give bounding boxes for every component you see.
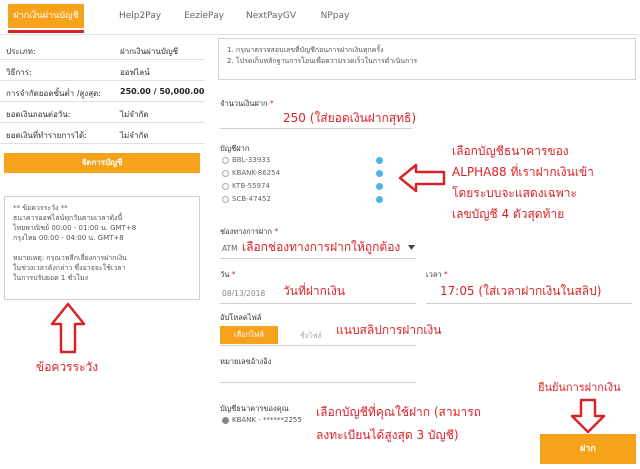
reference-input[interactable] xyxy=(220,382,416,383)
date-input-value[interactable]: 08/13/2018 xyxy=(222,289,265,298)
notice-line: ในช่วงเวลาดังกล่าว ซึ่งอาจจะใช้เวลา xyxy=(13,264,126,272)
info-row-type: ประเภท: ฝากเงินผ่านบัญชี xyxy=(0,40,205,60)
info-label: วิธีการ: xyxy=(6,68,32,77)
info-label: การจำกัดยอดขั้นต่ำ /สูงสุด: xyxy=(6,89,101,98)
notice-line xyxy=(13,243,191,253)
info-row-transaction-amount: ยอดเงินที่ทำรายการได้: ไม่จำกัด xyxy=(0,124,205,144)
caution-arrow-icon xyxy=(50,302,86,354)
info-value: ฝากเงินผ่านบัญชี xyxy=(120,47,179,56)
annotation-amount: 250 (ใส่ยอดเงินฝากสุทธิ) xyxy=(283,111,417,125)
your-bank-label: บัญชีธนาคารของคุณ xyxy=(220,404,289,413)
annotation-account-2: ลงทะเบียนได้สูงสุด 3 บัญชี) xyxy=(316,428,459,442)
info-value: 250.00 / 50,000.00 xyxy=(120,87,205,96)
deposit-method-tabs: ฝากเงินผ่านบัญชี Help2Pay EeziePay NextP… xyxy=(0,0,640,34)
channel-select[interactable] xyxy=(220,258,416,259)
tab-divider xyxy=(0,34,640,35)
radio-icon[interactable] xyxy=(222,170,229,177)
annotation-time: 17:05 (ใส่เวลาฝากเงินในสลิป) xyxy=(440,284,602,298)
notice-line: ไทยพาณิชย์ 00:00 - 01:00 น. GMT+8 xyxy=(13,224,137,232)
tab-nextpaygv[interactable]: NextPayGV xyxy=(240,0,302,32)
tab-help2pay[interactable]: Help2Pay xyxy=(112,0,168,32)
date-input[interactable] xyxy=(220,303,416,304)
tab-eeziepay[interactable]: EeziePay xyxy=(176,0,232,32)
instructions-box: 1. กรุณาตรวจสอบเลขที่บัญชีก่อนการฝากเงิน… xyxy=(218,38,636,80)
info-row-method: วิธีการ: ออฟไลน์ xyxy=(0,61,205,81)
info-value: ไม่จำกัด xyxy=(120,131,149,140)
date-label-text: วัน xyxy=(220,270,230,279)
radio-icon[interactable] xyxy=(222,196,229,203)
caution-notice: ** ข้อควรระวัง ** ธนาคารออฟไลน์ทุกวันตาม… xyxy=(4,196,200,300)
notice-line: หมายเหตุ: กรุณาหลีกเลี่ยงการฝากเงิน xyxy=(13,254,127,262)
notice-line: กรุงไทย 00:00 - 04:00 น. GMT+8 xyxy=(13,234,124,242)
chevron-down-icon[interactable] xyxy=(408,245,415,251)
annotation-bank-4: เลขบัญชี 4 ตัวสุดท้าย xyxy=(452,207,565,221)
info-label: ยอดเงินที่ทำรายการได้: xyxy=(6,131,87,140)
confirm-arrow-icon xyxy=(570,398,606,434)
time-input[interactable] xyxy=(426,303,632,304)
account-option-label: KBANK-86254 xyxy=(232,169,281,177)
choose-file-button[interactable]: เลือกไฟล์ xyxy=(220,326,278,344)
info-label: ยอดเงินถอนต่อวัน: xyxy=(6,110,71,119)
info-value: ไม่จำกัด xyxy=(120,110,149,119)
account-option-label: SCB-47452 xyxy=(232,195,271,203)
date-label: วัน * xyxy=(220,269,235,281)
time-label-text: เวลา xyxy=(426,270,442,279)
annotation-channel: เลือกช่องทางการฝากให้ถูกต้อง xyxy=(242,240,401,254)
info-value: ออฟไลน์ xyxy=(120,68,150,77)
annotation-bank-2: ALPHA88 ที่เราฝากเงินเข้า xyxy=(452,165,594,179)
account-option-label: BBL-33933 xyxy=(232,156,271,164)
annotation-bank-3: โดยระบบจะแสดงเฉพาะ xyxy=(452,186,577,200)
channel-label: ช่องทางการฝาก * xyxy=(220,226,278,238)
info-row-daily-withdraw: ยอดเงินถอนต่อวัน: ไม่จำกัด xyxy=(0,103,205,123)
info-label: ประเภท: xyxy=(6,47,36,56)
upload-label: อัปโหลดไฟล์ xyxy=(220,313,262,322)
info-dot-icon[interactable] xyxy=(376,170,383,177)
time-label: เวลา * xyxy=(426,269,448,281)
your-bank-value: KBANK - ******2255 xyxy=(232,416,302,424)
notice-line: ในการปรับยอด 1 ชั่วโมง xyxy=(13,274,89,282)
upload-filename: ชื่อไฟล์ xyxy=(300,332,322,340)
annotation-account-1: เลือกบัญชีที่คุณใช้ฝาก (สามารถ xyxy=(316,405,481,419)
account-option-label: KTB-55974 xyxy=(232,182,270,190)
instruction-line: 1. กรุณาตรวจสอบเลขที่บัญชีก่อนการฝากเงิน… xyxy=(227,46,384,54)
amount-label: จำนวนเงินฝาก * xyxy=(220,98,274,110)
required-mark: * xyxy=(269,99,274,108)
instruction-line: 2. โปรดเก็บหลักฐานการโอนเพื่อความรวดเร็ว… xyxy=(227,57,418,65)
annotation-caution: ข้อควรระวัง xyxy=(36,360,99,374)
annotation-bank-1: เลือกบัญชีธนาคารของ xyxy=(452,144,569,158)
radio-icon[interactable] xyxy=(222,183,229,190)
required-mark: * xyxy=(443,270,448,279)
upload-underline xyxy=(220,345,416,346)
reference-label: หมายเลขอ้างอิง xyxy=(220,357,272,366)
amount-input[interactable] xyxy=(220,128,412,129)
info-dot-icon[interactable] xyxy=(376,157,383,164)
bank-account-arrow-icon xyxy=(398,163,446,193)
required-mark: * xyxy=(231,270,236,279)
info-dot-icon[interactable] xyxy=(376,196,383,203)
annotation-date: วันที่ฝากเงิน xyxy=(283,284,346,298)
required-mark: * xyxy=(274,227,279,236)
tab-bank-deposit[interactable]: ฝากเงินผ่านบัญชี xyxy=(8,4,84,28)
radio-selected-icon[interactable] xyxy=(222,417,229,424)
notice-line: ** ข้อควรระวัง ** xyxy=(13,204,68,212)
active-tab-indicator xyxy=(8,30,84,33)
deposit-submit-button[interactable]: ฝาก xyxy=(540,434,636,464)
notice-line: ธนาคารออฟไลน์ทุกวันตามเวลาดังนี้ xyxy=(13,214,123,222)
channel-label-text: ช่องทางการฝาก xyxy=(220,227,273,236)
annotation-confirm: ยืนยันการฝากเงิน xyxy=(538,381,621,394)
radio-icon[interactable] xyxy=(222,157,229,164)
channel-select-value[interactable]: ATM xyxy=(222,244,238,253)
info-dot-icon[interactable] xyxy=(376,183,383,190)
info-row-limit: การจำกัดยอดขั้นต่ำ /สูงสุด: 250.00 / 50,… xyxy=(0,82,205,102)
deposit-account-label: บัญชีฝาก xyxy=(220,144,250,153)
manage-account-button[interactable]: จัดการบัญชี xyxy=(4,153,200,173)
tab-nppay[interactable]: NPpay xyxy=(310,0,360,32)
amount-label-text: จำนวนเงินฝาก xyxy=(220,99,268,108)
annotation-upload: แนบสลิปการฝากเงิน xyxy=(336,323,442,337)
